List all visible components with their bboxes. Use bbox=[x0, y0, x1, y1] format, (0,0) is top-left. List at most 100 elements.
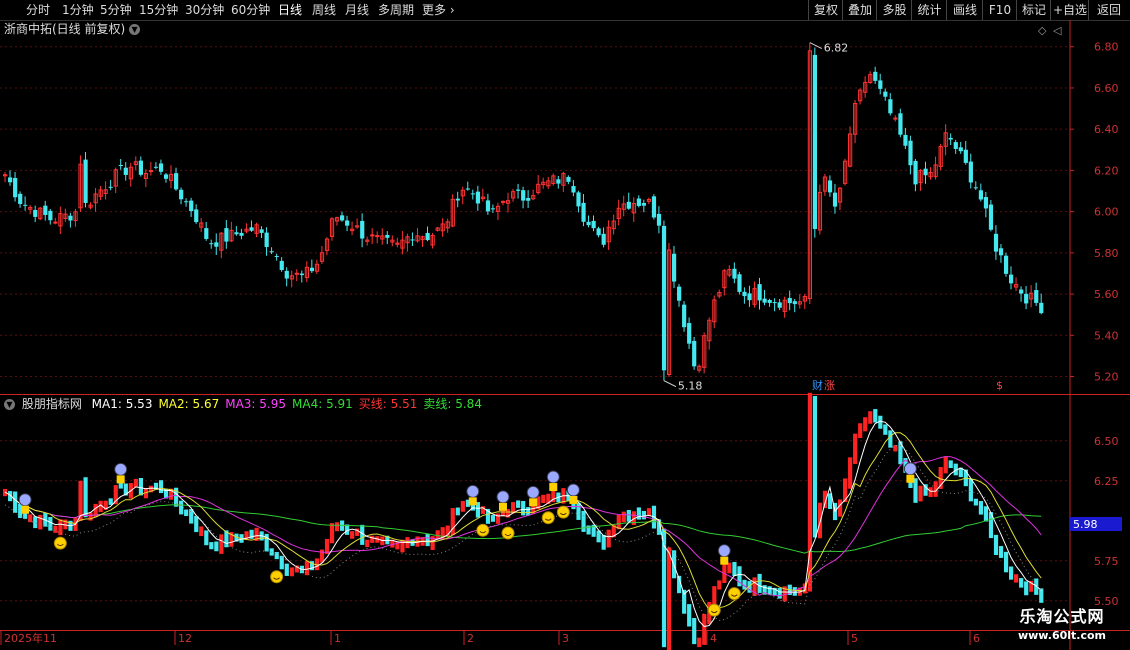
candle-body bbox=[873, 71, 878, 81]
indicator-bar bbox=[888, 430, 893, 448]
ma-legend-item: 买线: 5.51 bbox=[358, 397, 418, 411]
sad-face-icon bbox=[717, 544, 731, 558]
x-tick-label: 6 bbox=[973, 632, 980, 645]
candle-body bbox=[777, 302, 782, 308]
candle-body bbox=[360, 220, 365, 239]
candle-body bbox=[8, 177, 13, 183]
indicator-bar bbox=[33, 516, 38, 529]
chart-canvas[interactable]: 6.82 5.18 财涨 $ ◇ ◁ 6.80 6.60 6.40 6.20 6.00 5.80 5.… bbox=[0, 0, 1130, 650]
indicator-bar bbox=[868, 411, 873, 424]
indicator-bar bbox=[968, 478, 973, 502]
candle-body bbox=[656, 213, 662, 226]
indicator-bar bbox=[948, 460, 953, 469]
candle-body bbox=[556, 179, 561, 184]
candle-body bbox=[677, 286, 682, 301]
indicator-bar bbox=[204, 530, 209, 546]
candle-body bbox=[153, 166, 159, 168]
candle-body bbox=[470, 193, 475, 195]
indicator-bar bbox=[516, 500, 521, 508]
indicator-bar bbox=[767, 586, 772, 595]
indicator-bar bbox=[646, 508, 652, 517]
indicator-bar bbox=[848, 457, 853, 489]
candle-body bbox=[68, 215, 73, 221]
candle-body bbox=[772, 302, 777, 304]
candle-body bbox=[108, 186, 113, 188]
indicator-bar bbox=[334, 522, 340, 532]
smile-face-icon bbox=[53, 536, 67, 550]
indicator-bar bbox=[138, 477, 144, 496]
candle-body bbox=[526, 198, 531, 201]
y-tick-label: 6.00 bbox=[1094, 206, 1119, 219]
indicator-bar bbox=[777, 588, 782, 599]
candle-body bbox=[425, 232, 430, 241]
indicator-bar bbox=[199, 526, 204, 537]
y-tick-label: 6.40 bbox=[1094, 123, 1119, 136]
indicator-bar bbox=[214, 541, 219, 552]
indicator-bar bbox=[48, 517, 53, 531]
candle-body bbox=[299, 273, 304, 276]
x-tick-label: 3 bbox=[562, 632, 569, 645]
smile-face-icon bbox=[707, 603, 721, 617]
diamond-icon: ◇ bbox=[1038, 24, 1047, 37]
candle-body bbox=[792, 301, 797, 305]
candle-body bbox=[375, 235, 380, 238]
indicator-bar bbox=[53, 525, 58, 533]
candle-body bbox=[993, 233, 999, 252]
indicator-bar bbox=[943, 456, 948, 474]
ma-legend-item: MA1: 5.53 bbox=[91, 397, 153, 411]
candle-body bbox=[651, 196, 657, 218]
candle-body bbox=[53, 221, 58, 224]
candle-body bbox=[596, 228, 601, 236]
candle-body bbox=[576, 192, 581, 207]
chevron-down-icon[interactable]: ▼ bbox=[4, 399, 15, 410]
chevron-left-icon: ◁ bbox=[1053, 24, 1062, 37]
candle-body bbox=[923, 168, 928, 176]
indicator-bar bbox=[289, 567, 294, 577]
candle-body bbox=[636, 198, 641, 206]
candle-body bbox=[174, 173, 179, 190]
candle-body bbox=[888, 99, 893, 114]
candle-body bbox=[163, 174, 169, 179]
candle-body bbox=[284, 270, 289, 279]
candle-body bbox=[978, 190, 984, 200]
candle-body bbox=[737, 274, 742, 292]
candle-body bbox=[184, 201, 189, 203]
indicator-bar bbox=[1039, 588, 1044, 603]
ma3-line bbox=[4, 455, 1042, 597]
candle-body bbox=[757, 284, 762, 301]
candle-body bbox=[485, 200, 491, 212]
indicator-bar bbox=[460, 500, 465, 512]
indicator-bar bbox=[978, 501, 984, 515]
main-chart-title[interactable]: 浙商中拓(日线 前复权) ▼ bbox=[4, 21, 143, 37]
candle-body bbox=[264, 232, 269, 247]
indicator-bar bbox=[1009, 566, 1014, 580]
indicator-bar bbox=[158, 480, 164, 494]
indicator-bar bbox=[817, 502, 823, 539]
smile-face-icon bbox=[541, 511, 555, 525]
candle-body bbox=[1009, 274, 1014, 284]
candle-body bbox=[179, 189, 184, 200]
candle-body bbox=[239, 232, 244, 236]
candle-body bbox=[259, 229, 264, 233]
marker-block bbox=[549, 483, 558, 492]
y-tick-label: 6.20 bbox=[1094, 164, 1119, 177]
candle-body bbox=[626, 201, 631, 209]
y-tick-label: 5.60 bbox=[1094, 288, 1119, 301]
candle-body bbox=[832, 192, 838, 207]
candle-body bbox=[148, 170, 154, 173]
candle-body bbox=[581, 202, 586, 222]
high-annotation: 6.82 bbox=[824, 42, 849, 55]
ma-legend: MA1: 5.53 MA2: 5.67 MA3: 5.95 MA4: 5.91 买线: … bbox=[86, 397, 482, 411]
candle-body bbox=[687, 323, 692, 344]
indicator-bar bbox=[928, 487, 933, 497]
candle-body bbox=[33, 209, 38, 217]
candle-body bbox=[269, 251, 274, 253]
chevron-down-icon[interactable]: ▼ bbox=[129, 24, 141, 35]
candle-body bbox=[732, 268, 737, 279]
indicator-bar bbox=[88, 512, 93, 521]
candle-body bbox=[18, 193, 23, 204]
sad-face-icon bbox=[526, 485, 540, 499]
indicator-bar bbox=[576, 502, 581, 520]
candle-body bbox=[953, 142, 958, 149]
marker-block bbox=[468, 497, 477, 506]
